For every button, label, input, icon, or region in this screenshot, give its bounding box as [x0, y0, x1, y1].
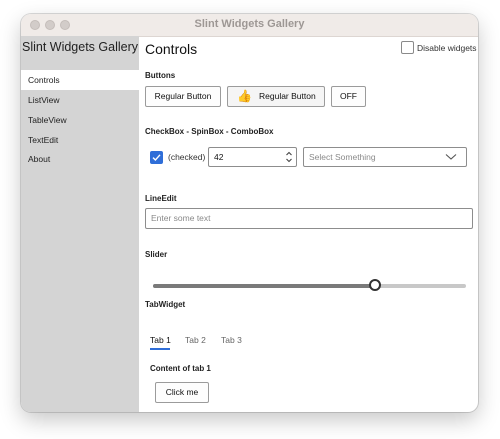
chevron-down-icon — [445, 154, 457, 160]
sidebar: Slint Widgets Gallery Controls ListView … — [21, 36, 139, 412]
sidebar-item-about[interactable]: About — [21, 149, 139, 169]
sidebar-item-textedit[interactable]: TextEdit — [21, 130, 139, 150]
lineedit-section-label: LineEdit — [145, 194, 177, 203]
page-title: Controls — [145, 41, 198, 57]
slider-handle[interactable] — [369, 279, 382, 291]
inputs-section-label: CheckBox - SpinBox - ComboBox — [145, 127, 274, 136]
sidebar-item-listview[interactable]: ListView — [21, 90, 139, 110]
main-panel: Controls Disable widgets Buttons Regular… — [139, 36, 478, 412]
sidebar-item-controls[interactable]: Controls — [21, 70, 139, 90]
slider-section-label: Slider — [145, 250, 168, 259]
title-bar[interactable]: Slint Widgets Gallery — [21, 14, 478, 37]
tab-2[interactable]: Tab 2 — [185, 335, 206, 345]
slider-fill — [153, 284, 376, 288]
spin-arrows-icon[interactable] — [285, 150, 293, 164]
disable-widgets-checkbox[interactable] — [401, 41, 414, 54]
checkbox-label: (checked) — [168, 152, 206, 162]
checked-checkbox[interactable] — [150, 151, 163, 164]
text-line-edit[interactable]: Enter some text — [145, 208, 473, 229]
tab-3[interactable]: Tab 3 — [221, 335, 242, 345]
sidebar-app-title: Slint Widgets Gallery — [21, 40, 138, 54]
tab-content-label: Content of tab 1 — [150, 364, 211, 373]
icon-regular-button-label: Regular Button — [259, 91, 316, 101]
spinbox[interactable]: 42 — [208, 147, 297, 167]
disable-widgets-label: Disable widgets — [417, 43, 477, 53]
regular-button[interactable]: Regular Button — [145, 86, 221, 107]
sidebar-item-tableview[interactable]: TableView — [21, 110, 139, 130]
thumbs-up-icon: 👍 — [237, 89, 252, 103]
slider-track[interactable] — [153, 284, 466, 288]
checkmark-icon — [152, 154, 161, 162]
tab-1[interactable]: Tab 1 — [150, 335, 171, 345]
spinbox-value: 42 — [214, 152, 224, 162]
lineedit-placeholder: Enter some text — [151, 213, 211, 223]
select-combobox[interactable]: Select Something — [303, 147, 467, 167]
window-title: Slint Widgets Gallery — [194, 18, 305, 30]
icon-regular-button[interactable]: 👍 Regular Button — [227, 86, 325, 107]
click-me-button[interactable]: Click me — [155, 382, 209, 403]
app-window: Slint Widgets Gallery Slint Widgets Gall… — [21, 14, 478, 412]
off-toggle-button[interactable]: OFF — [331, 86, 366, 107]
buttons-section-label: Buttons — [145, 71, 176, 80]
combobox-placeholder: Select Something — [309, 152, 376, 162]
active-tab-indicator — [150, 348, 170, 350]
tabwidget-section-label: TabWidget — [145, 300, 186, 309]
